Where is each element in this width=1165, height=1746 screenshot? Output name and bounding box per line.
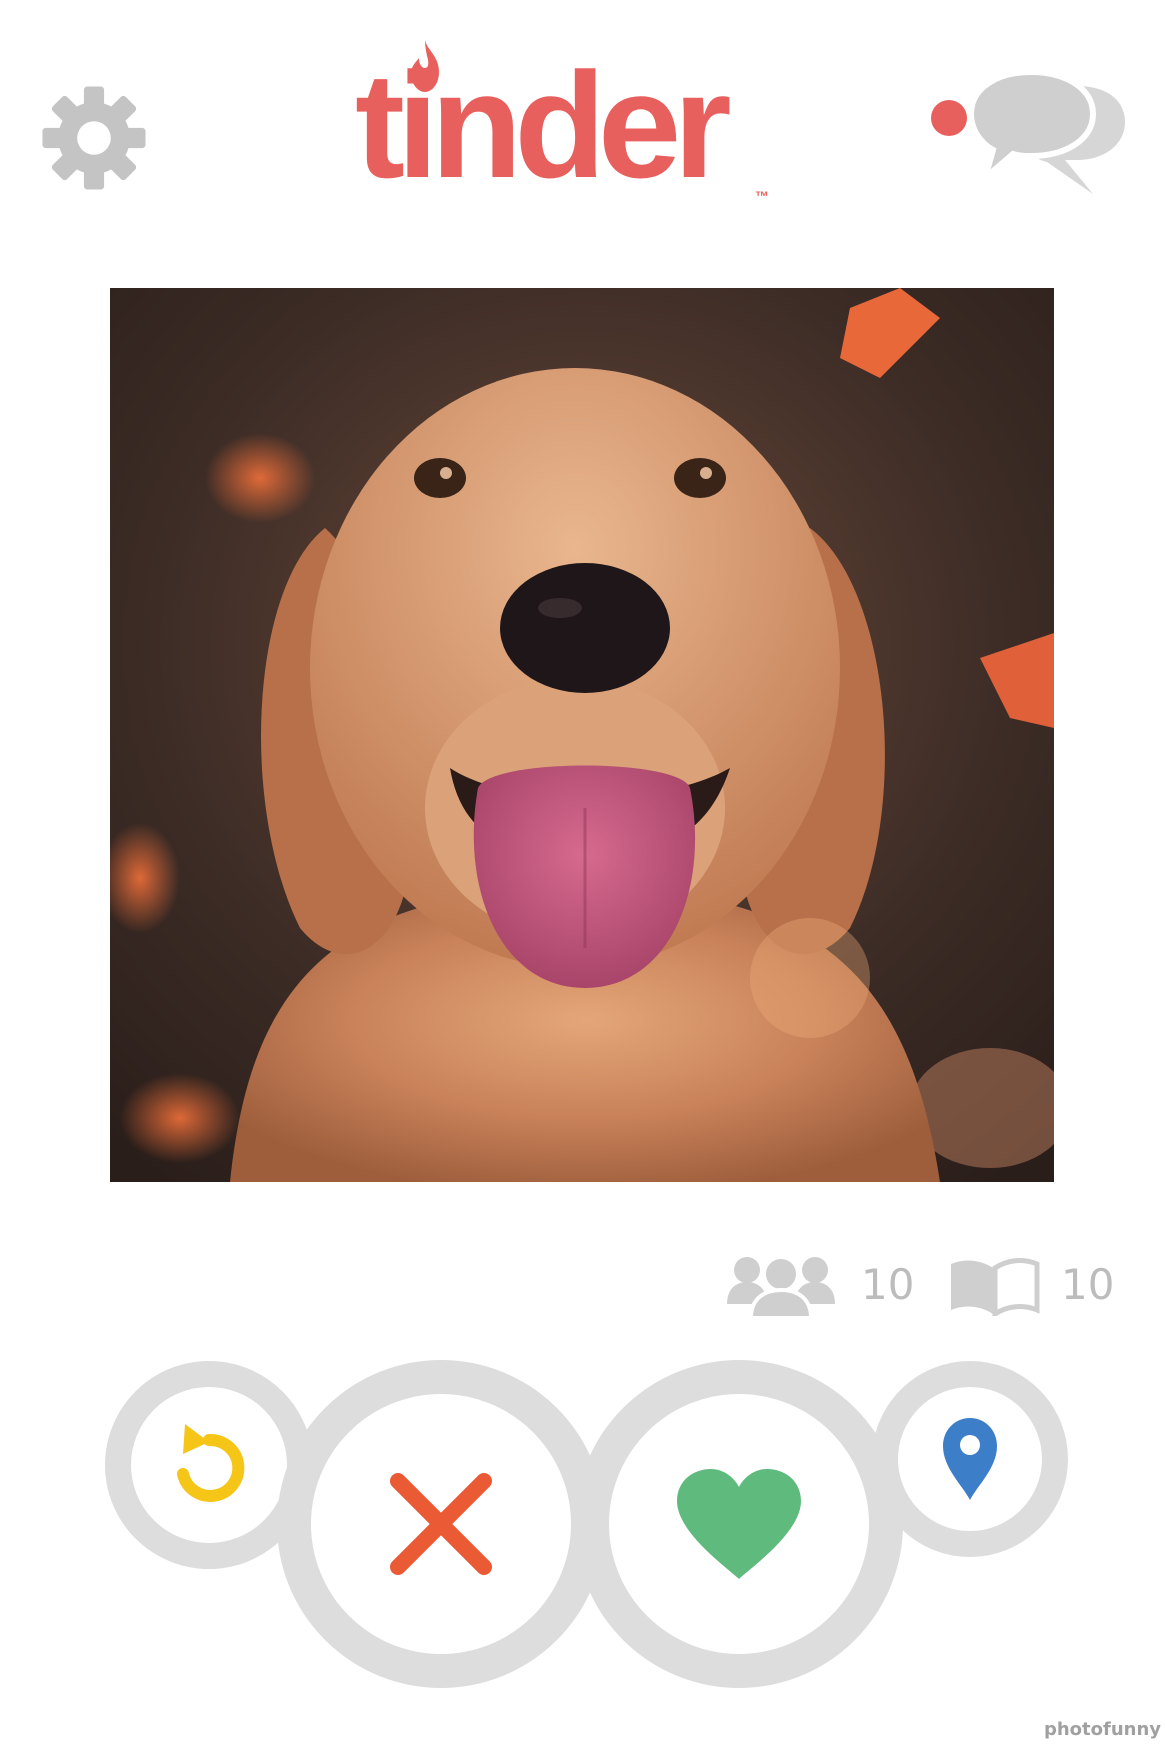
logo-wordmark: tinder [355,41,732,209]
settings-button[interactable] [38,82,150,194]
interests-count: 10 [1061,1260,1115,1309]
location-pin-icon [943,1418,997,1500]
x-icon [390,1473,492,1575]
nope-button[interactable] [277,1360,605,1688]
profile-photo[interactable] [110,288,1054,1182]
tinder-logo: tinder ™ [355,38,785,208]
like-button[interactable] [575,1360,903,1688]
messages-button[interactable] [925,66,1125,206]
friends-icon [727,1255,835,1320]
friends-count: 10 [861,1260,915,1309]
heart-icon [677,1469,801,1579]
chat-bubbles-icon [931,68,1125,194]
profile-stats: 10 10 [725,1252,1145,1322]
notification-dot [931,100,967,136]
interests-book-icon [951,1258,1040,1316]
location-button[interactable] [872,1361,1068,1557]
gear-icon [42,86,146,190]
rewind-icon [177,1424,245,1502]
trademark-symbol: ™ [755,188,769,204]
watermark: photofunny [1043,1719,1161,1740]
dog-photo [110,288,1054,1182]
